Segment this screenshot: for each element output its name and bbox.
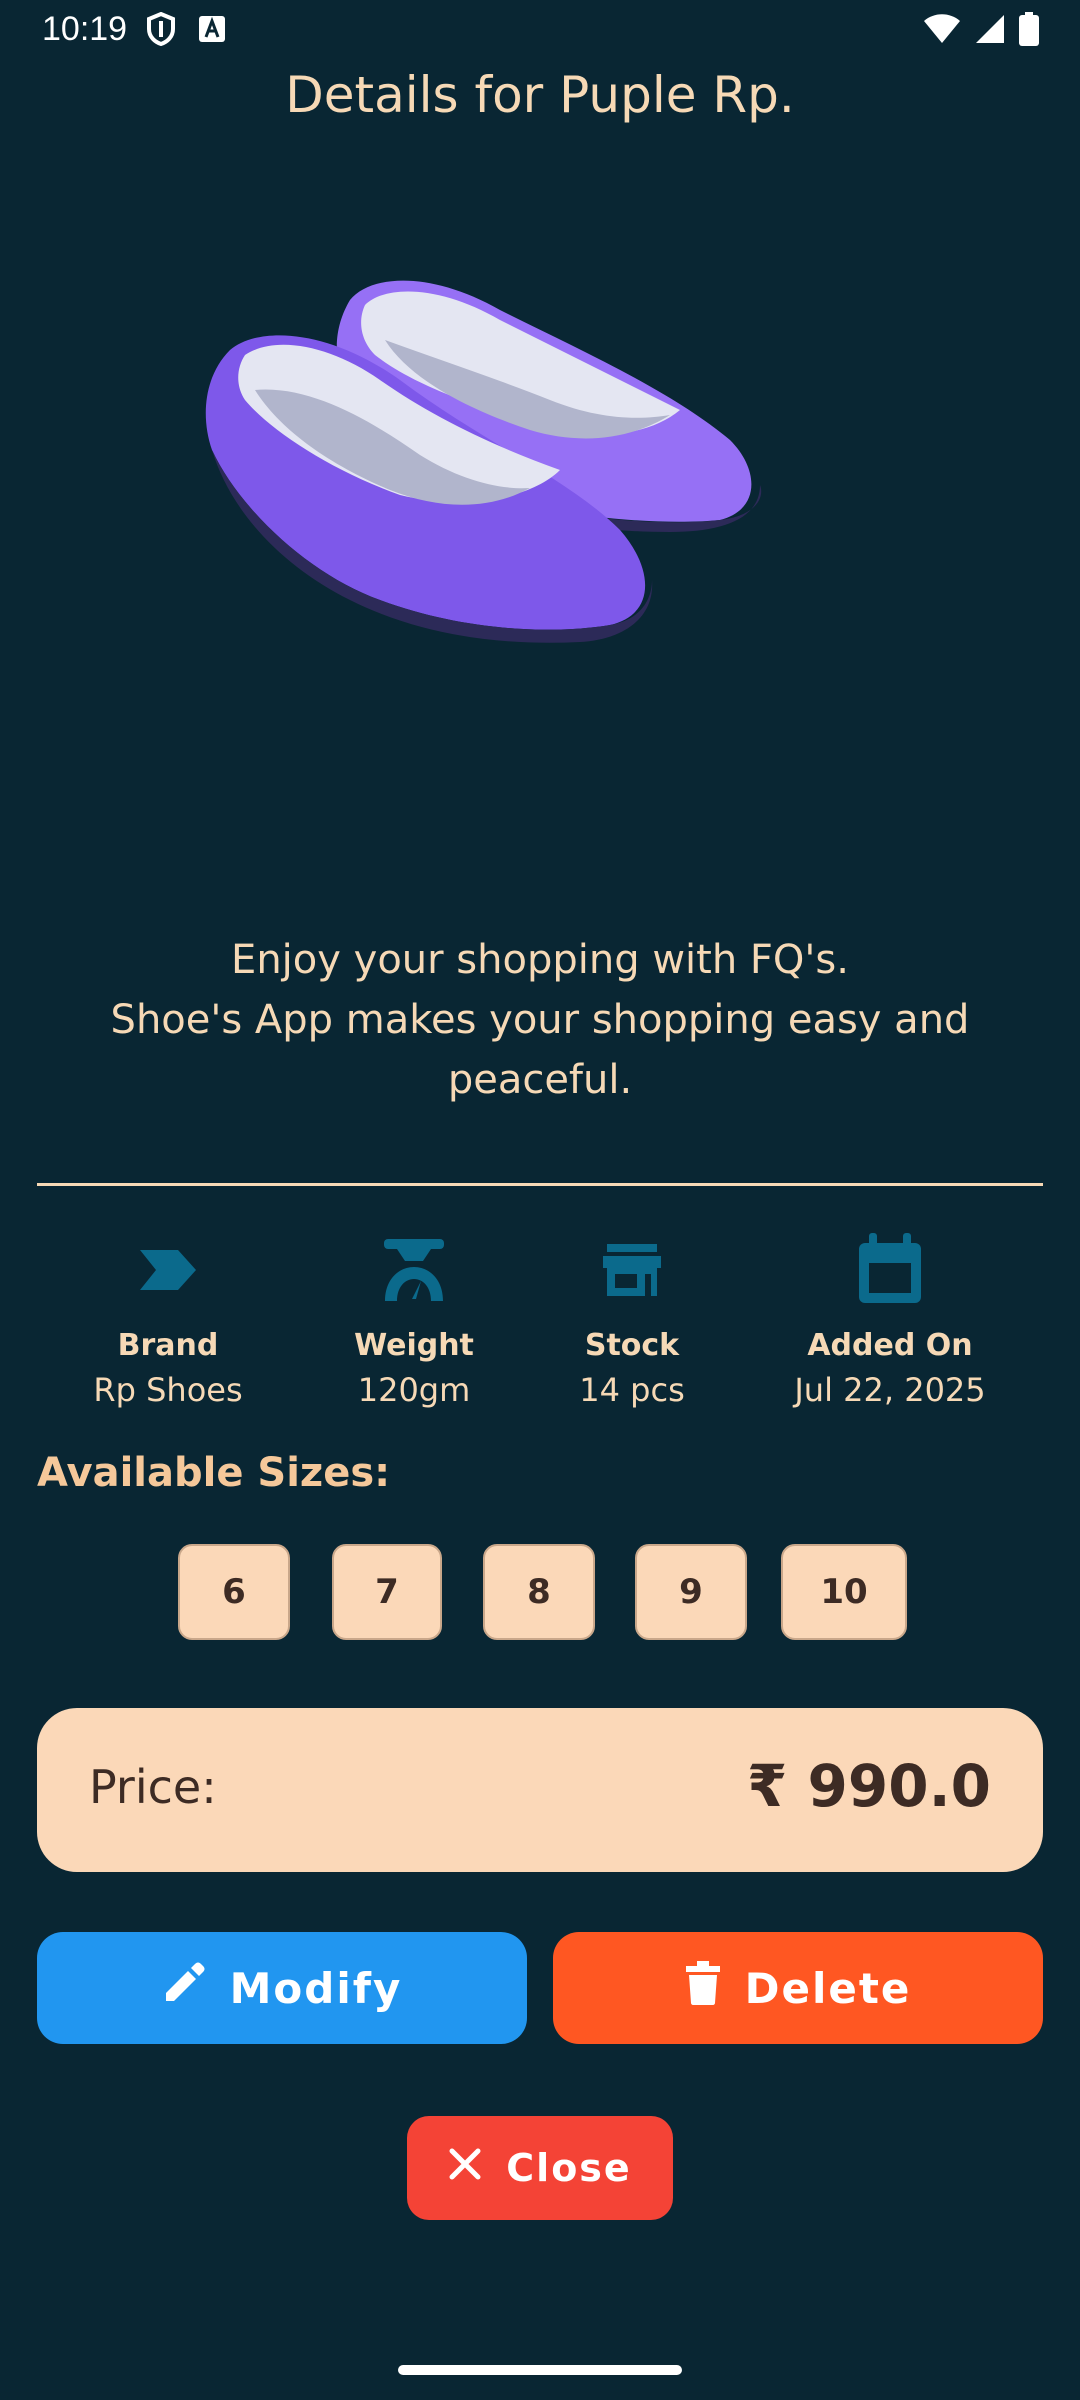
divider [37, 1183, 1043, 1186]
wifi-icon [922, 13, 962, 50]
trash-icon [685, 1961, 721, 2015]
info-brand: Brand Rp Shoes [38, 1230, 298, 1409]
info-stock-value: 14 pcs [579, 1371, 685, 1409]
modify-button[interactable]: Modify [37, 1932, 527, 2044]
available-sizes-title: Available Sizes: [37, 1450, 391, 1496]
close-button[interactable]: Close [407, 2116, 673, 2220]
info-added-on-value: Jul 22, 2025 [794, 1371, 986, 1409]
size-chip-7[interactable]: 7 [332, 1544, 442, 1640]
info-added-on: Added On Jul 22, 2025 [760, 1230, 1020, 1409]
tagline: Enjoy your shopping with FQ's. Shoe's Ap… [40, 930, 1040, 1110]
shield-icon [146, 11, 176, 51]
home-indicator[interactable] [398, 2365, 682, 2375]
page-title: Details for Puple Rp. [285, 66, 795, 124]
info-stock: Stock 14 pcs [502, 1230, 762, 1409]
pencil-icon [162, 1961, 206, 2015]
size-chip-10[interactable]: 10 [781, 1544, 907, 1640]
tag-icon [38, 1230, 298, 1310]
sizes-row: 6 7 8 9 10 [0, 1544, 1080, 1644]
keyboard-a-icon [198, 15, 226, 48]
info-added-on-label: Added On [807, 1328, 973, 1363]
signal-icon [974, 13, 1006, 50]
size-chip-9[interactable]: 9 [635, 1544, 747, 1640]
battery-icon [1018, 12, 1040, 51]
price-card: Price: ₹ 990.0 [37, 1708, 1043, 1872]
tagline-line-2: Shoe's App makes your shopping easy and … [110, 997, 970, 1103]
product-info-row: Brand Rp Shoes Weight 120gm Stock 14 pcs… [0, 1230, 1080, 1430]
price-label: Price: [89, 1760, 217, 1814]
status-bar: 10:19 [0, 0, 1080, 62]
delete-button-label: Delete [744, 1963, 912, 2013]
status-time: 10:19 [42, 10, 128, 48]
modify-button-label: Modify [229, 1963, 403, 2013]
info-brand-label: Brand [117, 1328, 219, 1363]
tagline-line-1: Enjoy your shopping with FQ's. [231, 937, 849, 983]
info-brand-value: Rp Shoes [93, 1371, 243, 1409]
price-value: ₹ 990.0 [746, 1752, 991, 1820]
calendar-icon [760, 1230, 1020, 1310]
size-chip-8[interactable]: 8 [483, 1544, 595, 1640]
store-icon [502, 1230, 762, 1310]
close-button-label: Close [506, 2146, 632, 2190]
delete-button[interactable]: Delete [553, 1932, 1043, 2044]
product-image [200, 270, 880, 790]
close-icon [448, 2146, 482, 2190]
info-stock-label: Stock [584, 1328, 680, 1363]
size-chip-6[interactable]: 6 [178, 1544, 290, 1640]
